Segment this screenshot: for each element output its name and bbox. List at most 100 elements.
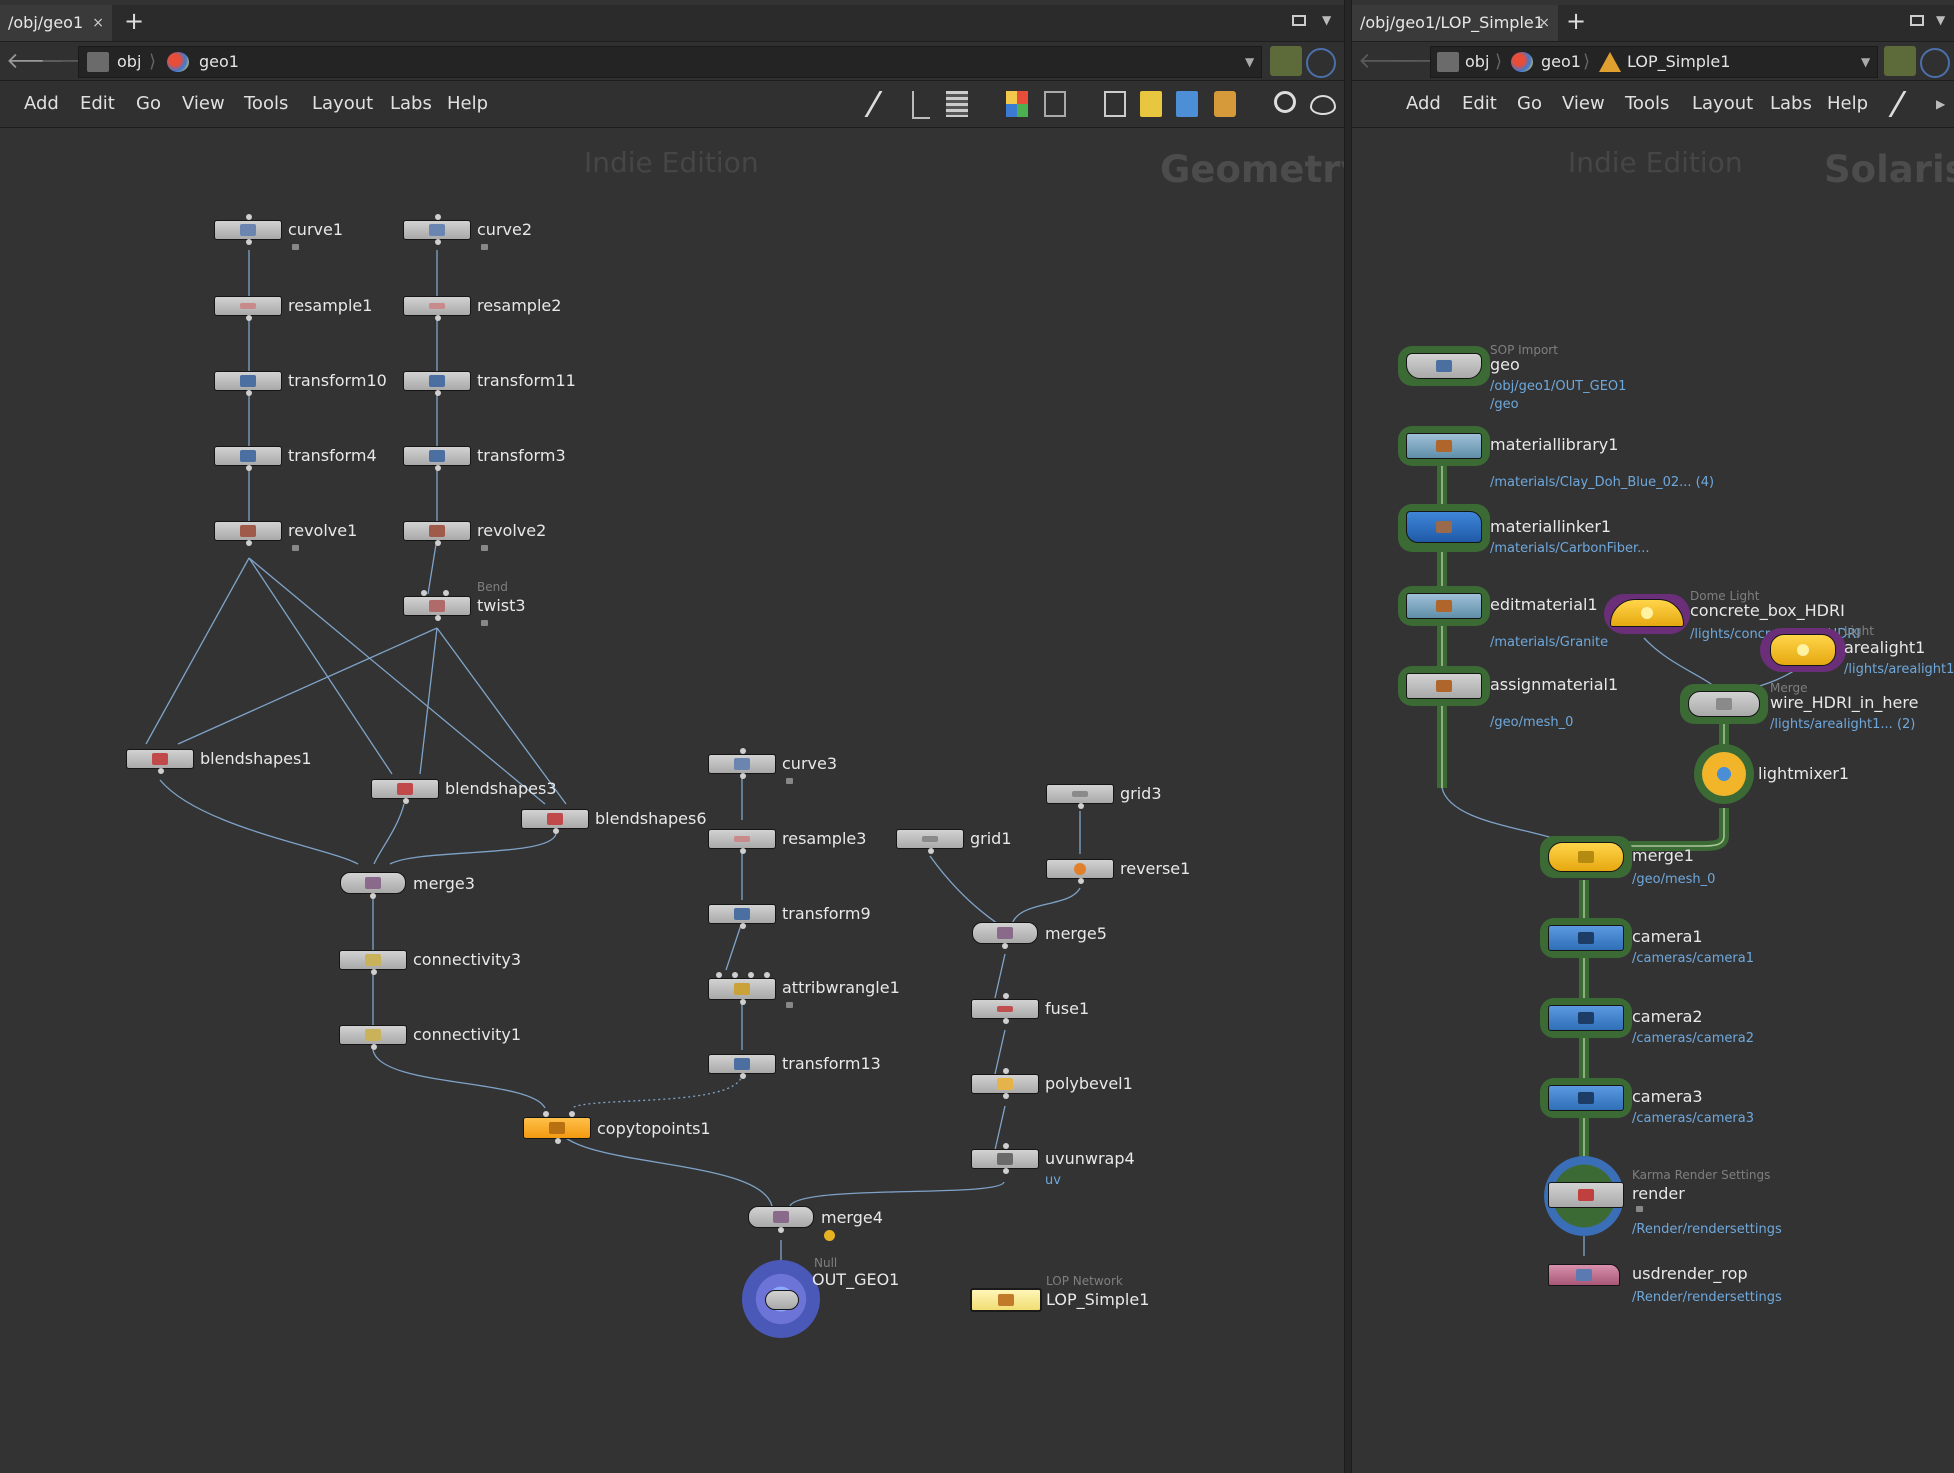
background-image-icon[interactable]: [1176, 91, 1198, 117]
pane-menu-icon[interactable]: ▼: [1322, 13, 1331, 27]
menu-help[interactable]: Help: [1827, 81, 1868, 127]
wrench-icon[interactable]: [864, 91, 897, 117]
wire: [994, 953, 1006, 999]
link-icon[interactable]: [1920, 48, 1950, 78]
tab-label: /obj/geo1/LOP_Simple1: [1360, 13, 1544, 32]
tab-lop-simple1[interactable]: /obj/geo1/LOP_Simple1 ×: [1352, 5, 1558, 41]
node-path: /materials/Clay_Doh_Blue_02... (4): [1490, 475, 1715, 490]
sticky-note-icon[interactable]: [1140, 91, 1162, 117]
node-label: grid1: [970, 829, 1012, 848]
menu-help[interactable]: Help: [447, 81, 488, 127]
node-label: resample3: [782, 829, 867, 848]
lock-icon: [481, 545, 488, 551]
node-label: merge4: [821, 1208, 883, 1227]
wire: [571, 1073, 743, 1109]
menu-view[interactable]: View: [182, 81, 225, 127]
close-tab-icon[interactable]: ×: [92, 5, 104, 41]
path-field[interactable]: obj ⟩ geo1 ⟩ LOP_Simple1 ▼: [1430, 46, 1878, 78]
node-label: LOP_Simple1: [1046, 1290, 1150, 1309]
asset-box-icon[interactable]: [1214, 91, 1236, 117]
menu-add[interactable]: Add: [24, 81, 59, 127]
crumb-lop-simple1[interactable]: LOP_Simple1: [1627, 47, 1730, 77]
network-canvas-geometry[interactable]: Indie Edition Geometry: [0, 128, 1344, 1473]
node-path: /geo: [1490, 397, 1519, 412]
node-label: transform11: [477, 371, 576, 390]
node-group: uv: [1045, 1173, 1061, 1188]
node-label: connectivity1: [413, 1025, 522, 1044]
node-label: camera1: [1632, 927, 1703, 946]
maximize-pane-icon[interactable]: [1292, 15, 1306, 26]
wire: [436, 627, 567, 805]
menu-edit[interactable]: Edit: [80, 81, 115, 127]
node-label: merge3: [413, 874, 475, 893]
menu-bar: Add Edit Go View Tools Layout Labs Help …: [1352, 81, 1954, 128]
wire: [557, 1129, 773, 1207]
node-label: transform10: [288, 371, 387, 390]
menu-go[interactable]: Go: [136, 81, 161, 127]
maximize-pane-icon[interactable]: [1910, 15, 1924, 26]
list-view-icon[interactable]: [946, 91, 968, 117]
wire: [372, 1049, 546, 1109]
node-label: grid3: [1120, 784, 1162, 803]
wire: [419, 627, 438, 775]
link-icon[interactable]: [1306, 48, 1336, 78]
close-tab-icon[interactable]: ×: [1538, 5, 1550, 41]
node-path: /Render/rendersettings: [1632, 1290, 1782, 1305]
wire: [145, 557, 250, 745]
lock-icon: [786, 1002, 793, 1008]
path-field[interactable]: obj ⟩ geo1 ▼: [78, 46, 1262, 78]
eye-icon[interactable]: [1310, 95, 1336, 115]
crumb-obj[interactable]: obj: [117, 47, 141, 77]
lock-icon: [481, 620, 488, 626]
more-tools-icon[interactable]: ▶: [1936, 97, 1945, 111]
add-tab-icon[interactable]: +: [124, 7, 144, 35]
menu-labs[interactable]: Labs: [390, 81, 432, 127]
wrench-icon[interactable]: [1888, 91, 1921, 117]
crumb-obj[interactable]: obj: [1465, 47, 1489, 77]
wire: [373, 803, 405, 865]
network-box-icon[interactable]: [1104, 91, 1126, 117]
tab-obj-geo1[interactable]: /obj/geo1 ×: [0, 5, 112, 41]
node-label: editmaterial1: [1490, 595, 1598, 614]
pin-icon[interactable]: [1270, 46, 1302, 76]
menu-labs[interactable]: Labs: [1770, 81, 1812, 127]
wire: [427, 537, 438, 595]
add-tab-icon[interactable]: +: [1566, 7, 1586, 35]
node-label: twist3: [477, 596, 526, 615]
pin-icon[interactable]: [1884, 46, 1916, 76]
node-label: curve2: [477, 220, 533, 239]
wire: [1011, 887, 1081, 925]
node-path: /cameras/camera2: [1632, 1031, 1754, 1046]
node-label: lightmixer1: [1758, 764, 1850, 783]
menu-go[interactable]: Go: [1517, 81, 1542, 127]
pane-menu-icon[interactable]: ▼: [1936, 13, 1945, 27]
menu-add[interactable]: Add: [1406, 81, 1441, 127]
crumb-geo1[interactable]: geo1: [1541, 47, 1581, 77]
path-dropdown-icon[interactable]: ▼: [1861, 55, 1870, 69]
wire: [248, 557, 393, 775]
menu-tools[interactable]: Tools: [1625, 81, 1669, 127]
tree-view-icon[interactable]: [912, 91, 930, 119]
pane-splitter[interactable]: [1344, 0, 1352, 1473]
crumb-geo1[interactable]: geo1: [199, 47, 239, 77]
menu-layout[interactable]: Layout: [312, 81, 373, 127]
node-label: camera3: [1632, 1087, 1703, 1106]
crumb-separator: ⟩: [149, 51, 157, 72]
node-label: blendshapes3: [445, 779, 557, 798]
tab-label: /obj/geo1: [8, 13, 84, 32]
menu-edit[interactable]: Edit: [1462, 81, 1497, 127]
node-path: /lights/arealight1: [1844, 662, 1954, 677]
node-label: materiallinker1: [1490, 517, 1612, 536]
crumb-separator: ⟩: [1495, 51, 1503, 72]
search-icon[interactable]: [1274, 91, 1296, 113]
path-dropdown-icon[interactable]: ▼: [1245, 55, 1254, 69]
network-canvas-solaris[interactable]: Indie Edition Solaris SOP Import geo /ob…: [1352, 128, 1954, 1473]
wire: [929, 855, 999, 925]
node-label: reverse1: [1120, 859, 1191, 878]
menu-layout[interactable]: Layout: [1692, 81, 1753, 127]
menu-view[interactable]: View: [1562, 81, 1605, 127]
color-palette-icon[interactable]: [1006, 91, 1028, 117]
node-label: polybevel1: [1045, 1074, 1133, 1093]
menu-tools[interactable]: Tools: [244, 81, 288, 127]
shape-palette-icon[interactable]: [1044, 91, 1066, 117]
